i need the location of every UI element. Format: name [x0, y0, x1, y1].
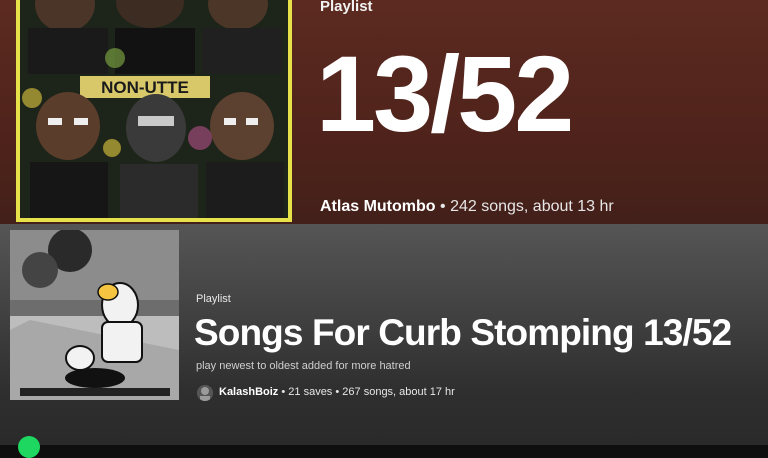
owner-link[interactable]: KalashBoiz [219, 386, 278, 398]
meta-separator: • [440, 198, 446, 215]
playlist-title: 13/52 [316, 33, 574, 154]
owner-avatar[interactable] [197, 385, 213, 401]
song-count: 242 songs, about 13 hr [450, 198, 614, 215]
playlist-header-bottom: Playlist Songs For Curb Stomping 13/52 p… [0, 224, 768, 445]
play-button[interactable] [18, 436, 40, 458]
song-count: 267 songs, about 17 hr [342, 386, 455, 398]
cover-art-text: NON-UTTE [101, 78, 189, 97]
playlist-type-label: Playlist [320, 0, 373, 15]
cover-art-image [10, 230, 179, 400]
playlist-title: Songs For Curb Stomping 13/52 [194, 312, 732, 353]
playlist-description: play newest to oldest added for more hat… [196, 360, 411, 372]
owner-link[interactable]: Atlas Mutombo [320, 198, 436, 215]
playlist-meta: KalashBoiz • 21 saves • 267 songs, about… [219, 386, 455, 398]
cover-art-image: NON-UTTE [20, 0, 288, 218]
playlist-meta: Atlas Mutombo • 242 songs, about 13 hr [320, 198, 614, 216]
playlist-cover-art[interactable] [10, 230, 179, 400]
saves-count: 21 saves [288, 386, 333, 398]
playlist-type-label: Playlist [196, 293, 231, 305]
meta-separator: • [281, 386, 286, 398]
meta-separator: • [335, 386, 340, 398]
playlist-cover-art[interactable]: NON-UTTE [16, 0, 292, 222]
avatar-image [197, 385, 213, 401]
playlist-header-top: NON-UTTE Playlist 13/52 Atlas Mutombo • … [0, 0, 768, 224]
